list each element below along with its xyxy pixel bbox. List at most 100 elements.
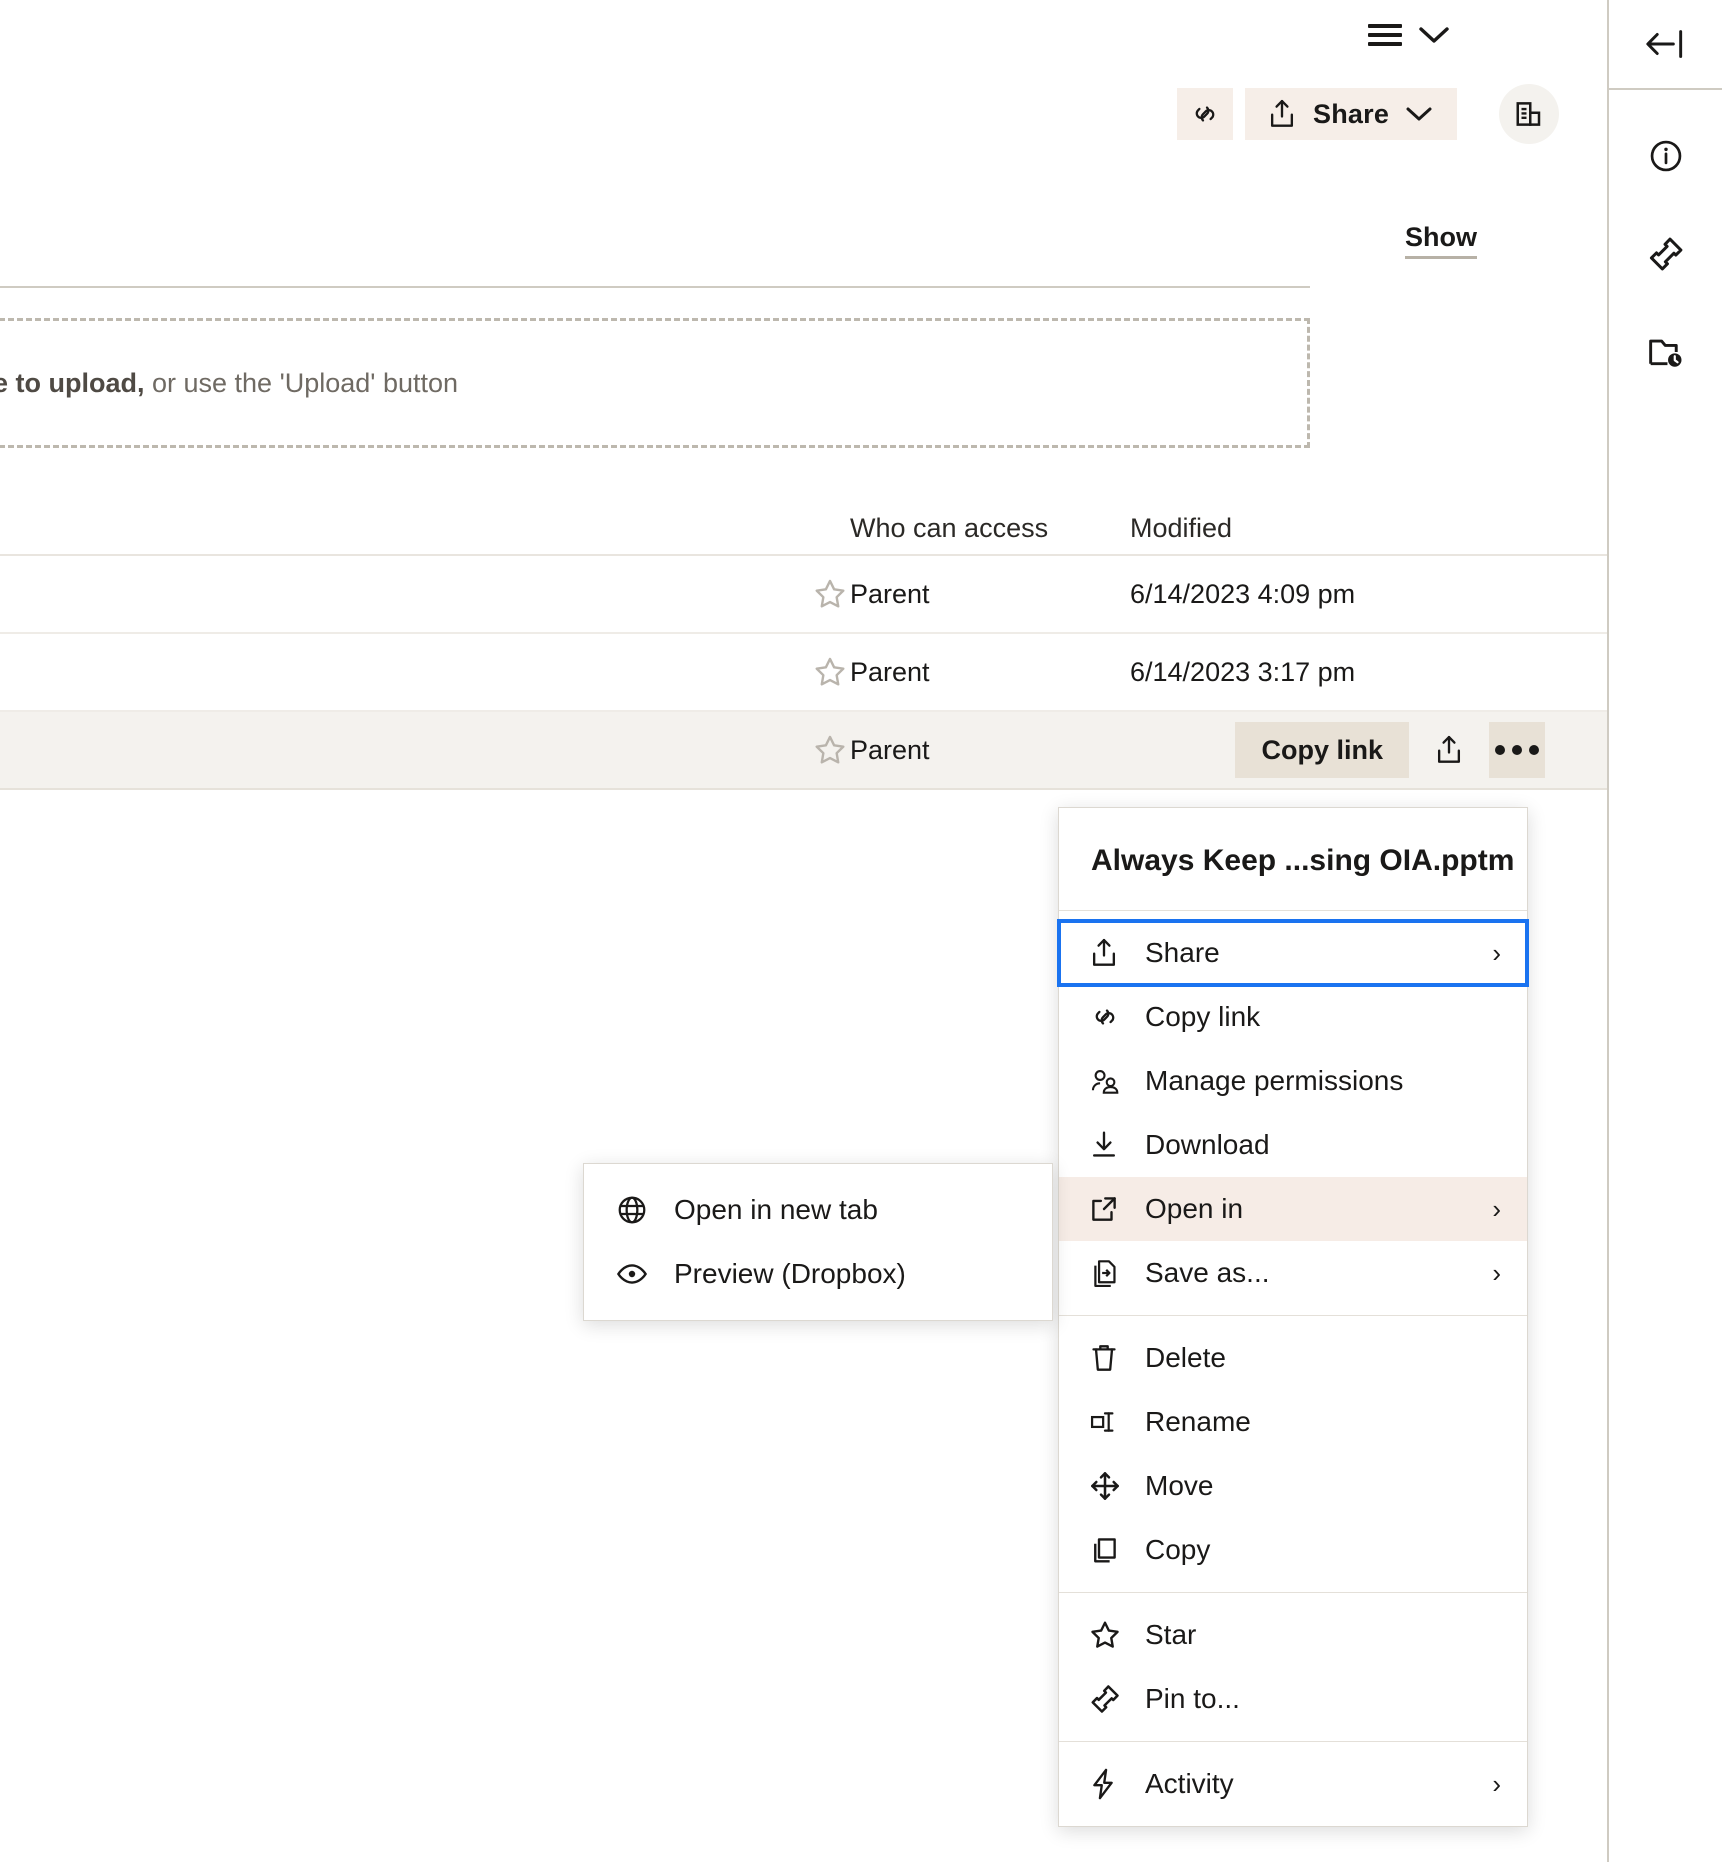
row-modified: 6/14/2023 3:17 pm (1130, 656, 1356, 687)
pin-icon (1647, 235, 1685, 273)
globe-icon (616, 1194, 674, 1226)
row-modified: 6/14/2023 4:09 pm (1130, 578, 1356, 609)
file-table-header: Who can access Modified (0, 478, 1607, 556)
context-menu-item-pin-to[interactable]: Pin to... (1059, 1667, 1527, 1731)
context-menu-group: Star Pin to... (1059, 1592, 1527, 1741)
open-in-submenu: Open in new tab Preview (Dropbox) (583, 1163, 1053, 1321)
submenu-item-label: Open in new tab (674, 1194, 878, 1225)
file-table: Who can access Modified Parent 6/14/2023… (0, 478, 1607, 790)
section-divider (0, 286, 1310, 288)
row-copy-link-button[interactable]: Copy link (1235, 722, 1409, 778)
context-menu-item-label: Copy link (1145, 1001, 1261, 1032)
chevron-down-icon (1405, 105, 1433, 123)
context-menu-item-save-as[interactable]: Save as... › (1059, 1241, 1527, 1305)
context-menu-item-label: Download (1145, 1129, 1270, 1160)
context-menu-item-label: Copy (1145, 1534, 1211, 1565)
star-outline-icon[interactable] (810, 577, 850, 611)
download-icon (1089, 1129, 1145, 1161)
context-menu-item-manage-permissions[interactable]: Manage permissions (1059, 1049, 1527, 1113)
row-share-button[interactable] (1421, 722, 1477, 778)
star-outline-icon[interactable] (810, 655, 850, 689)
more-horizontal-icon (1495, 745, 1539, 755)
row-who-can-access: Parent (850, 656, 930, 687)
row-action-buttons: Copy link (1235, 722, 1545, 778)
chevron-right-icon: › (1492, 1257, 1501, 1288)
context-menu-item-star[interactable]: Star (1059, 1603, 1527, 1667)
chevron-down-icon (1418, 25, 1450, 45)
column-header-modified[interactable]: Modified (1130, 513, 1460, 544)
row-who-can-access: Parent (850, 734, 930, 765)
toolbar-copy-link-button[interactable] (1177, 88, 1233, 140)
context-menu-item-rename[interactable]: Rename (1059, 1390, 1527, 1454)
column-header-who-can-access[interactable]: Who can access (850, 513, 1130, 544)
context-menu-item-label: Activity (1145, 1768, 1234, 1799)
collapse-panel-icon (1644, 24, 1688, 64)
row-overflow-button[interactable] (1489, 722, 1545, 778)
info-circle-icon (1648, 138, 1684, 174)
chevron-right-icon: › (1492, 1768, 1501, 1799)
context-menu-item-activity[interactable]: Activity › (1059, 1752, 1527, 1816)
context-menu-title: Always Keep ...sing OIA.pptm (1059, 808, 1527, 911)
recent-folder-icon (1647, 334, 1685, 370)
right-sidebar (1609, 0, 1722, 1862)
context-menu-group: Activity › (1059, 1741, 1527, 1826)
context-menu-item-label: Delete (1145, 1342, 1226, 1373)
context-menu-item-label: Open in (1145, 1193, 1244, 1224)
share-upload-icon (1089, 937, 1145, 969)
pinned-panel-button[interactable] (1638, 226, 1694, 282)
right-sidebar-buttons (1609, 90, 1722, 380)
context-menu-group: Share › Copy link Manage permissions Dow… (1057, 911, 1529, 1315)
dropzone-bold-text: e to upload, (0, 367, 145, 398)
row-who-can-access: Parent (850, 578, 930, 609)
toolbar-share-button[interactable]: Share (1245, 88, 1457, 140)
star-outline-icon (1089, 1619, 1145, 1651)
star-outline-icon[interactable] (810, 733, 850, 767)
context-menu-group: Delete Rename Move Copy (1059, 1315, 1527, 1592)
eye-icon (616, 1258, 674, 1290)
rename-icon (1089, 1408, 1145, 1436)
save-as-icon (1089, 1257, 1145, 1289)
submenu-item-label: Preview (Dropbox) (674, 1258, 906, 1289)
table-row-selected[interactable]: Parent Copy link (0, 712, 1607, 790)
manage-permissions-icon (1089, 1066, 1145, 1096)
chevron-right-icon: › (1492, 937, 1501, 968)
context-menu-item-label: Manage permissions (1145, 1065, 1404, 1096)
share-button-label: Share (1313, 98, 1390, 129)
submenu-item-open-in-new-tab[interactable]: Open in new tab (584, 1178, 1052, 1242)
context-menu-item-label: Move (1145, 1470, 1214, 1501)
app-root: Share Show e to upload, or use the 'Uplo… (0, 0, 1722, 1862)
collapse-panel-button[interactable] (1609, 0, 1722, 90)
details-panel-button[interactable] (1499, 84, 1559, 144)
context-menu-item-label: Rename (1145, 1406, 1251, 1437)
submenu-item-preview-dropbox[interactable]: Preview (Dropbox) (584, 1242, 1052, 1306)
context-menu-item-delete[interactable]: Delete (1059, 1326, 1527, 1390)
info-panel-button[interactable] (1638, 128, 1694, 184)
context-menu-item-download[interactable]: Download (1059, 1113, 1527, 1177)
upload-dropzone[interactable]: e to upload, or use the 'Upload' button (0, 318, 1310, 448)
context-menu-item-copy-link[interactable]: Copy link (1059, 985, 1527, 1049)
list-view-icon (1368, 24, 1402, 46)
details-panel-icon (1514, 99, 1544, 129)
share-upload-icon (1434, 734, 1464, 766)
pin-icon (1089, 1683, 1145, 1715)
context-menu-item-label: Share (1145, 937, 1220, 968)
table-row[interactable]: Parent 6/14/2023 3:17 pm (0, 634, 1607, 712)
context-menu-item-move[interactable]: Move (1059, 1454, 1527, 1518)
activity-bolt-icon (1089, 1768, 1145, 1800)
file-context-menu: Always Keep ...sing OIA.pptm Share › Cop… (1057, 807, 1529, 1827)
trash-icon (1089, 1342, 1145, 1374)
copy-icon (1089, 1535, 1145, 1565)
context-menu-item-label: Star (1145, 1619, 1197, 1650)
context-menu-item-open-in[interactable]: Open in › (1059, 1177, 1527, 1241)
context-menu-item-share[interactable]: Share › (1057, 919, 1529, 987)
link-icon (1189, 98, 1221, 130)
chevron-right-icon: › (1492, 1193, 1501, 1224)
table-row[interactable]: Parent 6/14/2023 4:09 pm (0, 556, 1607, 634)
recent-folder-button[interactable] (1638, 324, 1694, 380)
context-menu-item-copy[interactable]: Copy (1059, 1518, 1527, 1582)
content-pane: Share Show e to upload, or use the 'Uplo… (0, 0, 1609, 1862)
move-icon (1089, 1470, 1145, 1502)
view-switch-control[interactable] (1368, 24, 1450, 46)
show-link[interactable]: Show (1405, 222, 1477, 259)
context-menu-item-label: Save as... (1145, 1257, 1270, 1288)
